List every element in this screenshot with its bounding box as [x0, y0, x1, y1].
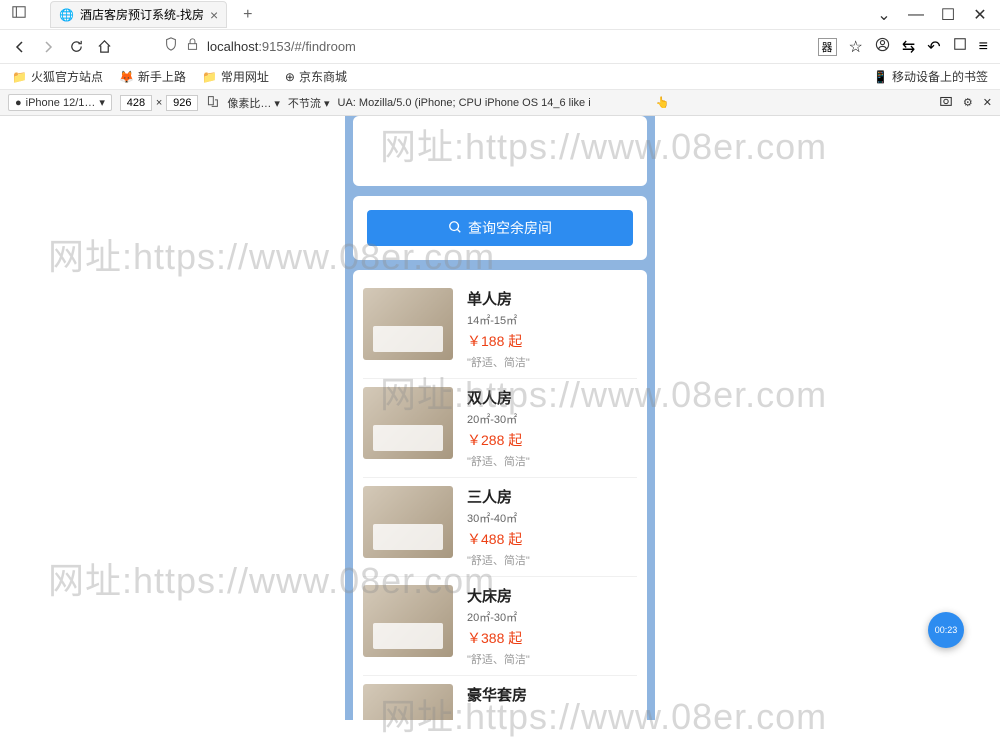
rotate-icon[interactable]	[206, 95, 219, 111]
reader-icon[interactable]: 器	[818, 38, 837, 56]
minimize-button[interactable]: —	[908, 7, 924, 23]
room-price: ￥388 起	[467, 628, 637, 648]
room-description: "舒适、简洁"	[467, 453, 637, 469]
bookmark-item[interactable]: 🦊新手上路	[119, 68, 186, 85]
room-image	[363, 486, 453, 558]
room-size: 30㎡-40㎡	[467, 510, 637, 526]
chevron-down-icon[interactable]: ⌄	[876, 7, 892, 23]
room-image	[363, 288, 453, 360]
new-tab-button[interactable]: +	[243, 6, 252, 24]
room-item[interactable]: 豪华套房	[363, 676, 637, 720]
menu-button[interactable]: ≡	[979, 38, 988, 56]
url-input[interactable]: localhost:9153/#/findroom	[207, 39, 356, 54]
close-devtools-button[interactable]: ✕	[983, 96, 992, 109]
filter-card	[353, 116, 647, 186]
mobile-viewport: 查询空余房间 单人房 14㎡-15㎡ ￥188 起 "舒适、简洁" 双人房 20…	[345, 116, 655, 720]
room-size: 20㎡-30㎡	[467, 609, 637, 625]
bookmark-item[interactable]: ⊕京东商城	[285, 68, 347, 85]
dimension-x: ×	[156, 97, 162, 109]
room-item[interactable]: 单人房 14㎡-15㎡ ￥188 起 "舒适、简洁"	[363, 280, 637, 379]
room-description: "舒适、简洁"	[467, 552, 637, 568]
mobile-icon: 📱	[873, 70, 888, 84]
room-title: 双人房	[467, 387, 637, 408]
throttle-selector[interactable]: 不节流 ▾	[288, 95, 330, 111]
room-title: 单人房	[467, 288, 637, 309]
lock-icon[interactable]	[186, 38, 199, 56]
browser-tab[interactable]: 🌐 酒店客房预订系统-找房 ×	[50, 1, 227, 28]
room-size: 20㎡-30㎡	[467, 411, 637, 427]
room-item[interactable]: 大床房 20㎡-30㎡ ￥388 起 "舒适、简洁"	[363, 577, 637, 676]
room-item[interactable]: 双人房 20㎡-30㎡ ￥288 起 "舒适、简洁"	[363, 379, 637, 478]
room-title: 三人房	[467, 486, 637, 507]
mobile-bookmarks[interactable]: 📱移动设备上的书签	[873, 68, 988, 85]
sidebar-icon[interactable]	[12, 5, 26, 24]
bookmark-star-icon[interactable]: ☆	[849, 37, 863, 57]
search-rooms-button[interactable]: 查询空余房间	[367, 210, 633, 246]
globe-icon: ⊕	[285, 70, 295, 84]
room-size: 14㎡-15㎡	[467, 312, 637, 328]
room-description: "舒适、简洁"	[467, 651, 637, 667]
room-price: ￥188 起	[467, 331, 637, 351]
room-title: 大床房	[467, 585, 637, 606]
close-window-button[interactable]: ✕	[972, 7, 988, 23]
folder-icon: 📁	[202, 70, 217, 84]
room-title: 豪华套房	[467, 684, 637, 705]
room-description: "舒适、简洁"	[467, 354, 637, 370]
maximize-button[interactable]: ☐	[940, 7, 956, 23]
account-icon[interactable]	[875, 37, 890, 57]
viewport-width-input[interactable]	[120, 95, 152, 111]
device-selector[interactable]: ●iPhone 12/1…▾	[8, 94, 112, 111]
back-button[interactable]	[12, 39, 28, 55]
settings-icon[interactable]: ⚙	[963, 96, 973, 109]
room-price: ￥288 起	[467, 430, 637, 450]
room-image	[363, 585, 453, 657]
screenshot-icon[interactable]	[939, 94, 953, 111]
room-price: ￥488 起	[467, 529, 637, 549]
library-icon[interactable]: ↶	[927, 37, 940, 57]
tab-title: 酒店客房预订系统-找房	[80, 6, 204, 23]
globe-icon: 🌐	[59, 8, 74, 22]
firefox-icon: 🦊	[119, 70, 134, 84]
home-button[interactable]	[96, 39, 112, 55]
dpr-selector[interactable]: 像素比… ▾	[227, 95, 280, 111]
close-icon[interactable]: ×	[210, 7, 218, 23]
extensions-icon[interactable]: ⇆	[902, 37, 915, 57]
touch-icon[interactable]: 👆	[656, 96, 670, 109]
forward-button[interactable]	[40, 39, 56, 55]
viewport-height-input[interactable]	[166, 95, 198, 111]
bookmark-item[interactable]: 📁火狐官方站点	[12, 68, 103, 85]
shield-icon[interactable]	[164, 37, 178, 56]
room-image	[363, 684, 453, 720]
search-icon	[448, 220, 462, 237]
reload-button[interactable]	[68, 39, 84, 55]
bookmark-item[interactable]: 📁常用网址	[202, 68, 269, 85]
downloads-icon[interactable]	[953, 37, 967, 56]
room-image	[363, 387, 453, 459]
folder-icon: 📁	[12, 70, 27, 84]
room-item[interactable]: 三人房 30㎡-40㎡ ￥488 起 "舒适、简洁"	[363, 478, 637, 577]
recording-timer[interactable]: 00:23	[928, 612, 964, 648]
